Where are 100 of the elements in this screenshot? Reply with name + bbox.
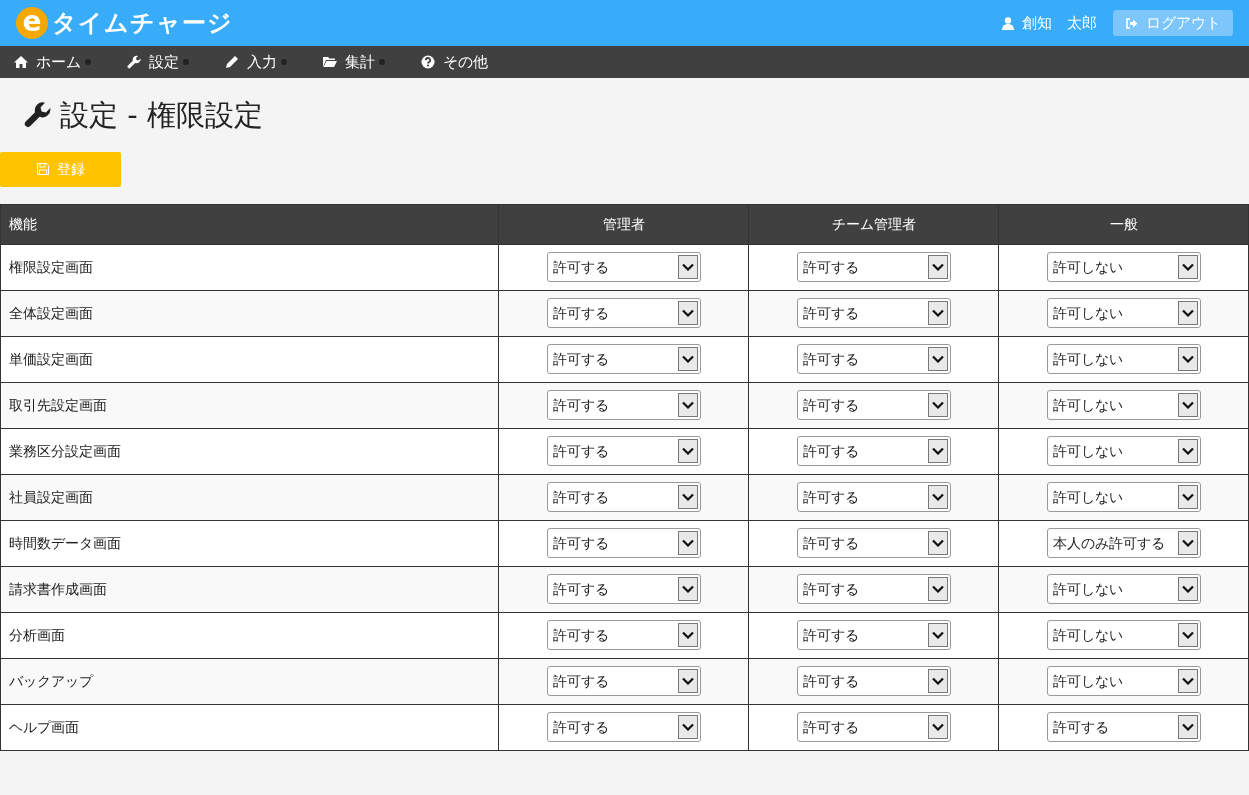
permission-select[interactable]: 許可する — [796, 344, 951, 375]
caret-icon — [677, 669, 698, 694]
permission-select[interactable]: 本人のみ許可する — [1046, 528, 1201, 559]
caret-icon — [1177, 439, 1198, 464]
permission-select[interactable]: 許可しない — [1046, 620, 1201, 651]
nav-item[interactable]: 集計 — [323, 50, 375, 74]
question-icon — [421, 55, 435, 69]
caret-icon — [927, 485, 948, 510]
caret-icon — [1177, 669, 1198, 694]
user-icon — [1002, 16, 1014, 30]
caret-icon — [677, 485, 698, 510]
permission-select[interactable]: 許可する — [796, 482, 951, 513]
permission-select[interactable]: 許可する — [546, 482, 701, 513]
permission-select[interactable]: 許可する — [546, 436, 701, 467]
permission-select[interactable]: 許可する — [546, 712, 701, 743]
nav-item[interactable]: 設定 — [127, 50, 179, 74]
permission-select[interactable]: 許可する — [796, 298, 951, 329]
caret-icon — [927, 393, 948, 418]
caret-icon — [927, 301, 948, 326]
caret-icon — [677, 439, 698, 464]
caret-icon — [677, 715, 698, 740]
caret-icon — [927, 531, 948, 556]
page-title: 設定 - 権限設定 — [60, 98, 263, 133]
caret-icon — [927, 439, 948, 464]
column-header: 機能 — [9, 215, 37, 232]
feature-name: 業務区分設定画面 — [9, 442, 121, 459]
feature-name: 単価設定画面 — [9, 350, 93, 367]
permission-select[interactable]: 許可する — [796, 712, 951, 743]
permission-select[interactable]: 許可する — [796, 620, 951, 651]
permission-select[interactable]: 許可する — [796, 390, 951, 421]
permission-select[interactable]: 許可する — [796, 528, 951, 559]
permission-select[interactable]: 許可しない — [1046, 574, 1201, 605]
caret-icon — [677, 623, 698, 648]
permission-select[interactable]: 許可しない — [1046, 482, 1201, 513]
caret-icon — [927, 255, 948, 280]
permission-select[interactable]: 許可する — [1046, 712, 1201, 743]
caret-icon — [1177, 577, 1198, 602]
feature-name: 権限設定画面 — [9, 258, 93, 275]
nav-item[interactable]: その他 — [421, 50, 488, 74]
home-icon — [14, 55, 28, 69]
permission-select[interactable]: 許可する — [796, 574, 951, 605]
permission-select[interactable]: 許可する — [546, 620, 701, 651]
permission-select[interactable]: 許可する — [546, 252, 701, 283]
permission-select[interactable]: 許可する — [546, 666, 701, 697]
permission-select[interactable]: 許可しない — [1046, 298, 1201, 329]
permission-select[interactable]: 許可する — [546, 390, 701, 421]
feature-name: バックアップ — [9, 672, 93, 689]
nav-item[interactable]: 入力 — [225, 50, 277, 74]
folder-icon — [323, 55, 337, 69]
caret-icon — [927, 577, 948, 602]
permission-select[interactable]: 許可しない — [1046, 344, 1201, 375]
permission-select[interactable]: 許可する — [796, 666, 951, 697]
logo-mark: e — [16, 7, 48, 39]
caret-icon — [677, 393, 698, 418]
wrench-icon — [127, 55, 141, 69]
permission-select[interactable]: 許可する — [546, 298, 701, 329]
caret-icon — [927, 715, 948, 740]
permission-select[interactable]: 許可しない — [1046, 666, 1201, 697]
feature-name: 社員設定画面 — [9, 488, 93, 505]
permission-select[interactable]: 許可する — [796, 436, 951, 467]
permission-select[interactable]: 許可しない — [1046, 436, 1201, 467]
permission-select[interactable]: 許可する — [546, 574, 701, 605]
caret-icon — [1177, 715, 1198, 740]
caret-icon — [1177, 623, 1198, 648]
column-header: チーム管理者 — [831, 215, 916, 232]
user-name: 創知 太郎 — [1022, 12, 1097, 34]
separator-dot — [183, 59, 189, 65]
column-header: 管理者 — [602, 215, 645, 232]
nav-item[interactable]: ホーム — [14, 50, 81, 74]
separator-dot — [379, 59, 385, 65]
permission-select[interactable]: 許可しない — [1046, 252, 1201, 283]
caret-icon — [1177, 347, 1198, 372]
logout-icon — [1125, 17, 1138, 29]
caret-icon — [927, 347, 948, 372]
caret-icon — [1177, 255, 1198, 280]
caret-icon — [677, 531, 698, 556]
logo-text: タイムチャージ — [52, 8, 233, 39]
caret-icon — [677, 301, 698, 326]
wrench-icon — [24, 101, 52, 130]
caret-icon — [677, 347, 698, 372]
separator-dot — [85, 59, 91, 65]
caret-icon — [1177, 301, 1198, 326]
feature-name: 時間数データ画面 — [9, 534, 121, 551]
caret-icon — [1177, 393, 1198, 418]
permission-select[interactable]: 許可する — [546, 528, 701, 559]
feature-name: 請求書作成画面 — [9, 580, 107, 597]
caret-icon — [927, 669, 948, 694]
caret-icon — [927, 623, 948, 648]
caret-icon — [1177, 485, 1198, 510]
feature-name: 取引先設定画面 — [9, 396, 107, 413]
caret-icon — [677, 577, 698, 602]
permission-select[interactable]: 許可する — [546, 344, 701, 375]
permission-select[interactable]: 許可する — [796, 252, 951, 283]
feature-name: ヘルプ画面 — [9, 718, 79, 735]
permission-select[interactable]: 許可しない — [1046, 390, 1201, 421]
pencil-icon — [225, 55, 239, 69]
column-header: 一般 — [1109, 215, 1138, 232]
feature-name: 全体設定画面 — [9, 304, 93, 321]
feature-name: 分析画面 — [9, 626, 65, 643]
separator-dot — [281, 59, 287, 65]
